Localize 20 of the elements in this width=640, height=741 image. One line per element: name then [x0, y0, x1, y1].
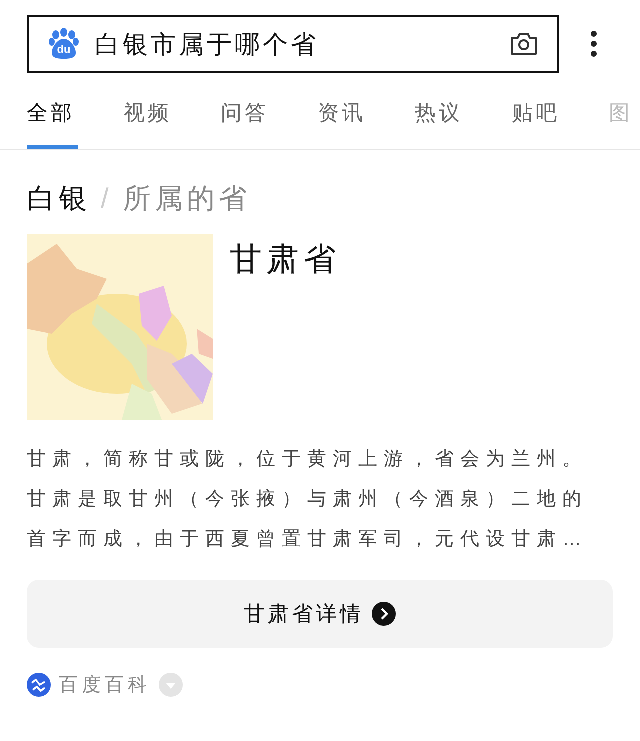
relation-text: 所属的省 — [122, 182, 251, 216]
more-icon[interactable] — [590, 30, 598, 58]
tab[interactable]: 全部 — [27, 87, 124, 149]
tab[interactable]: 贴吧 — [512, 87, 609, 149]
source-text: 百度百科 — [59, 674, 151, 698]
tab[interactable]: 问答 — [221, 87, 318, 149]
subject-text: 白银 — [27, 182, 91, 216]
search-query: 白银市属于哪个省 — [95, 30, 320, 60]
separator-text: / — [101, 183, 113, 215]
encyclopedia-logo-icon — [27, 673, 51, 697]
details-button[interactable]: 甘肃省详情 — [27, 580, 613, 648]
answer-title: 甘肃省 — [230, 240, 341, 279]
paw-logo: du — [47, 27, 81, 61]
tab[interactable]: 热议 — [415, 87, 512, 149]
tab[interactable]: 资讯 — [318, 87, 415, 149]
tab[interactable]: 视频 — [124, 87, 221, 149]
chevron-icon — [372, 602, 396, 626]
description-text: 甘肃，简称甘或陇，位于黄河上游，省会为兰州。甘肃是取甘州（今张掖）与肃州（今酒泉）二地的首字而成，由于西夏曾置甘肃军司，元代设甘肃… — [27, 448, 589, 552]
search-field[interactable]: du 白银市属于哪个省 — [27, 15, 559, 73]
camera-icon[interactable] — [509, 31, 539, 57]
